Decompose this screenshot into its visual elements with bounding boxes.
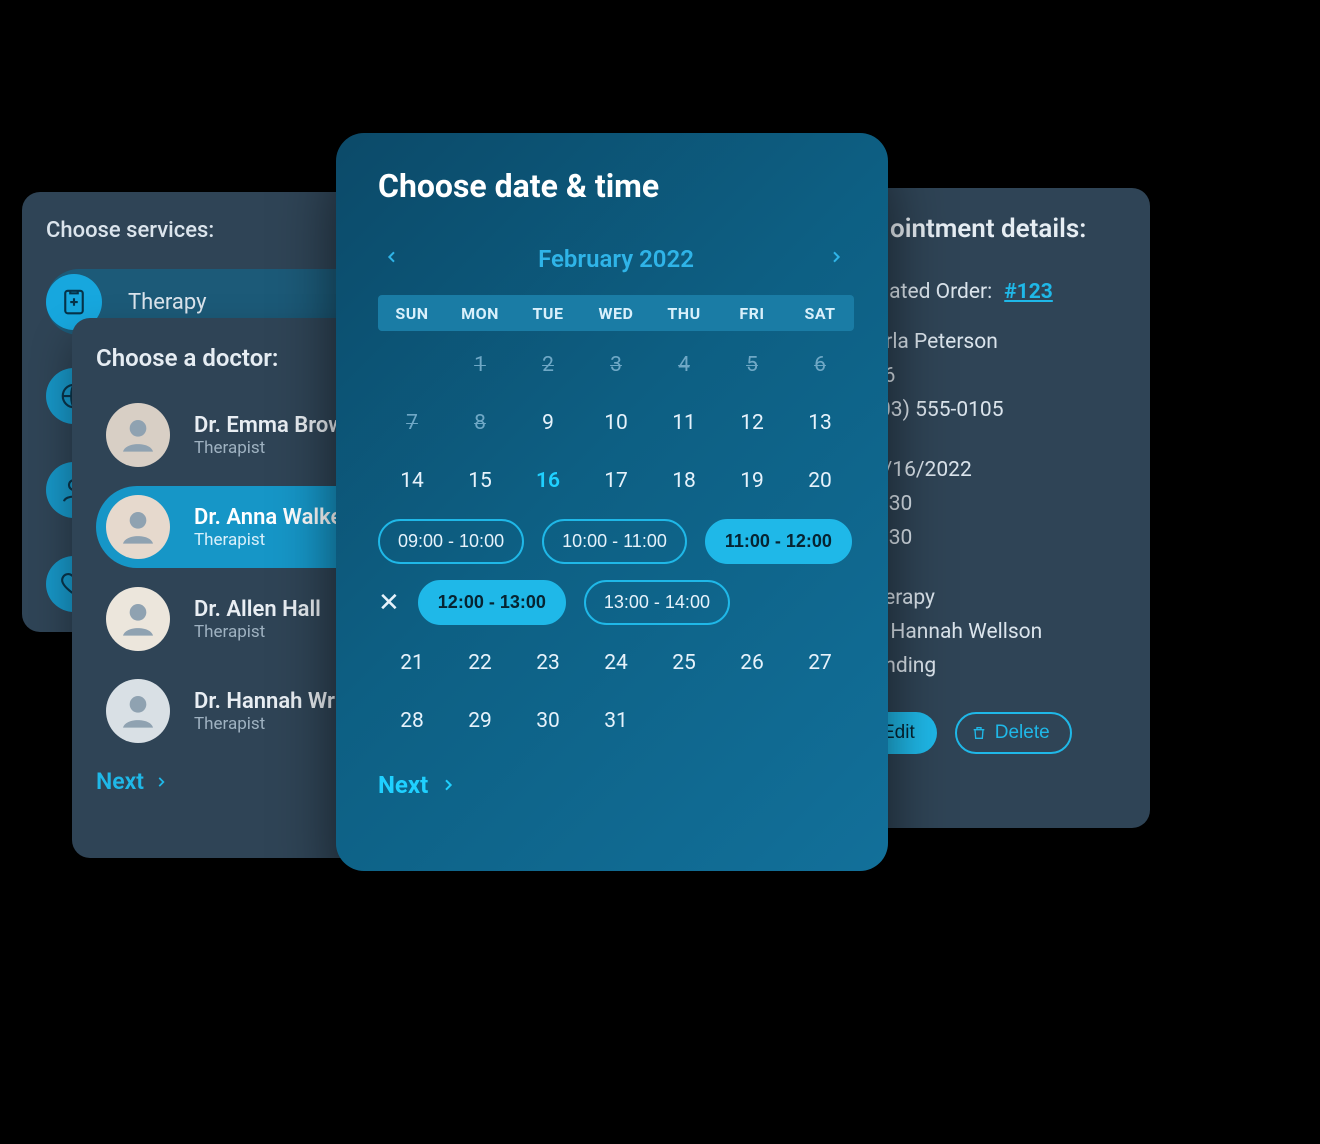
choose-datetime-panel: Choose date & time February 2022 SUNMONT… bbox=[336, 133, 888, 871]
delete-button-label: Delete bbox=[995, 722, 1050, 744]
calendar-day[interactable]: 22 bbox=[446, 643, 514, 683]
calendar-day[interactable]: 23 bbox=[514, 643, 582, 683]
day-of-week-header: SUNMONTUEWEDTHUFRISAT bbox=[378, 295, 854, 331]
calendar-day[interactable]: 9 bbox=[514, 403, 582, 443]
calendar-grid: 1234567891011121314151617181920 bbox=[378, 345, 854, 501]
calendar-day[interactable]: 20 bbox=[786, 461, 854, 501]
calendar-day: 2 bbox=[514, 345, 582, 385]
detail-customer-number: 156 bbox=[860, 364, 1122, 388]
calendar-day[interactable]: 15 bbox=[446, 461, 514, 501]
close-icon[interactable]: ✕ bbox=[378, 588, 400, 618]
day-of-week-label: FRI bbox=[718, 304, 786, 323]
doctor-name: Dr. Hannah Wri bbox=[194, 689, 341, 714]
calendar-day[interactable]: 25 bbox=[650, 643, 718, 683]
doctor-role: Therapist bbox=[194, 714, 341, 734]
calendar-day[interactable]: 26 bbox=[718, 643, 786, 683]
calendar-day[interactable]: 16 bbox=[514, 461, 582, 501]
avatar bbox=[106, 403, 170, 467]
detail-service: Therapy bbox=[860, 586, 1122, 610]
datetime-next-label: Next bbox=[378, 771, 428, 799]
detail-customer-phone: (303) 555-0105 bbox=[860, 398, 1122, 422]
doctor-role: Therapist bbox=[194, 438, 345, 458]
choose-datetime-title: Choose date & time bbox=[378, 167, 854, 205]
day-of-week-label: SAT bbox=[786, 304, 854, 323]
next-month-button[interactable] bbox=[828, 246, 848, 272]
calendar-day[interactable]: 19 bbox=[718, 461, 786, 501]
detail-time-end: 12:30 bbox=[860, 526, 1122, 550]
avatar bbox=[106, 587, 170, 651]
month-label: February 2022 bbox=[538, 245, 694, 273]
doctor-name: Dr. Anna Walke bbox=[194, 505, 342, 530]
calendar-day: 5 bbox=[718, 345, 786, 385]
detail-time-start: 11:30 bbox=[860, 492, 1122, 516]
calendar-day[interactable]: 18 bbox=[650, 461, 718, 501]
detail-doctor: Dr. Hannah Wellson bbox=[860, 620, 1122, 644]
detail-date: 02/16/2022 bbox=[860, 458, 1122, 482]
datetime-next-button[interactable]: Next bbox=[378, 771, 854, 799]
service-item-label: Therapy bbox=[128, 290, 207, 315]
chevron-right-icon bbox=[154, 772, 168, 792]
calendar-day: 4 bbox=[650, 345, 718, 385]
delete-button[interactable]: Delete bbox=[955, 712, 1072, 754]
calendar-day[interactable]: 14 bbox=[378, 461, 446, 501]
avatar bbox=[106, 495, 170, 559]
calendar-day: 8 bbox=[446, 403, 514, 443]
day-of-week-label: SUN bbox=[378, 304, 446, 323]
calendar-day[interactable]: 31 bbox=[582, 701, 650, 741]
calendar-day[interactable]: 12 bbox=[718, 403, 786, 443]
calendar-day: 3 bbox=[582, 345, 650, 385]
day-of-week-label: WED bbox=[582, 304, 650, 323]
calendar-day[interactable]: 10 bbox=[582, 403, 650, 443]
chevron-right-icon bbox=[440, 774, 456, 796]
related-order-link[interactable]: #123 bbox=[1004, 280, 1053, 304]
doctor-role: Therapist bbox=[194, 530, 342, 550]
time-slots-row: 09:00 - 10:00 10:00 - 11:00 11:00 - 12:00 ✕… bbox=[378, 519, 854, 625]
doctors-next-label: Next bbox=[96, 768, 144, 795]
time-slot[interactable]: 13:00 - 14:00 bbox=[584, 580, 730, 625]
time-slot[interactable]: 09:00 - 10:00 bbox=[378, 519, 524, 564]
detail-status: Pending bbox=[860, 654, 1122, 678]
calendar-day[interactable]: 11 bbox=[650, 403, 718, 443]
calendar-day[interactable]: 24 bbox=[582, 643, 650, 683]
day-of-week-label: THU bbox=[650, 304, 718, 323]
avatar bbox=[106, 679, 170, 743]
doctor-name: Dr. Emma Brow bbox=[194, 413, 345, 438]
time-slot[interactable]: 12:00 - 13:00 bbox=[418, 580, 566, 625]
calendar-day[interactable]: 17 bbox=[582, 461, 650, 501]
appointment-details-title: ointment details: bbox=[890, 214, 1126, 244]
calendar-day[interactable]: 28 bbox=[378, 701, 446, 741]
calendar-grid-continued: 21222324252627 28293031 bbox=[378, 643, 854, 741]
prev-month-button[interactable] bbox=[384, 246, 404, 272]
calendar-day[interactable]: 27 bbox=[786, 643, 854, 683]
day-of-week-label: MON bbox=[446, 304, 514, 323]
calendar-day: 6 bbox=[786, 345, 854, 385]
trash-icon bbox=[971, 724, 987, 742]
time-slot[interactable]: 11:00 - 12:00 bbox=[705, 519, 852, 564]
time-slot[interactable]: 10:00 - 11:00 bbox=[542, 519, 687, 564]
calendar-day[interactable]: 21 bbox=[378, 643, 446, 683]
doctor-role: Therapist bbox=[194, 622, 321, 642]
day-of-week-label: TUE bbox=[514, 304, 582, 323]
calendar-day: 7 bbox=[378, 403, 446, 443]
detail-customer-name: Darla Peterson bbox=[860, 330, 1122, 354]
doctor-name: Dr. Allen Hall bbox=[194, 597, 321, 622]
calendar-day[interactable]: 13 bbox=[786, 403, 854, 443]
calendar-day: 1 bbox=[446, 345, 514, 385]
calendar-day[interactable]: 30 bbox=[514, 701, 582, 741]
calendar-day[interactable]: 29 bbox=[446, 701, 514, 741]
